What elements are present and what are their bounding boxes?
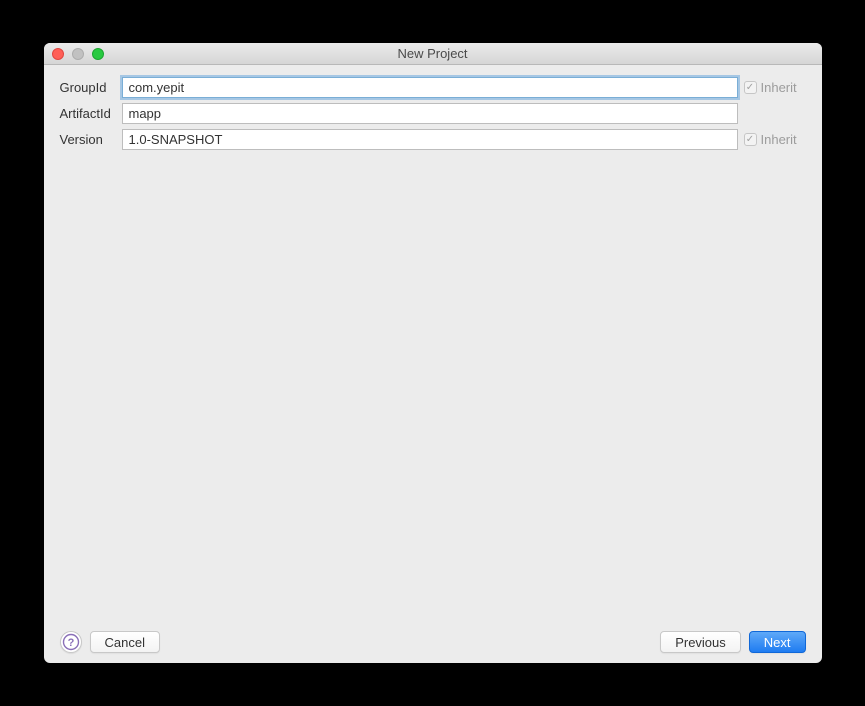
svg-text:?: ? [67,637,74,649]
artifactid-label: ArtifactId [60,106,116,121]
help-button[interactable]: ? [60,631,82,653]
groupid-inherit-checkbox[interactable]: ✓ [744,81,757,94]
groupid-input[interactable] [122,77,738,98]
version-label: Version [60,132,116,147]
traffic-lights [44,48,104,60]
cancel-button[interactable]: Cancel [90,631,160,653]
titlebar: New Project [44,43,822,65]
window-close-button[interactable] [52,48,64,60]
groupid-row: GroupId ✓ Inherit [60,77,806,98]
help-icon: ? [62,633,80,651]
next-button[interactable]: Next [749,631,806,653]
version-input[interactable] [122,129,738,150]
version-inherit-cell: ✓ Inherit [744,132,806,147]
dialog-footer: ? Cancel Previous Next [60,621,806,653]
dialog-window: New Project GroupId ✓ Inherit ArtifactId [44,43,822,663]
checkmark-icon: ✓ [746,83,754,93]
content-spacer [60,150,806,621]
checkmark-icon: ✓ [746,135,754,145]
version-inherit-checkbox[interactable]: ✓ [744,133,757,146]
window-zoom-button[interactable] [92,48,104,60]
window-minimize-button[interactable] [72,48,84,60]
groupid-inherit-label: Inherit [761,80,797,95]
groupid-inherit-cell: ✓ Inherit [744,80,806,95]
form-rows: GroupId ✓ Inherit ArtifactId Version [60,77,806,150]
window-title: New Project [44,46,822,61]
artifactid-row: ArtifactId [60,103,806,124]
version-inherit-label: Inherit [761,132,797,147]
artifactid-input[interactable] [122,103,738,124]
dialog-content: GroupId ✓ Inherit ArtifactId Version [44,65,822,663]
version-row: Version ✓ Inherit [60,129,806,150]
groupid-label: GroupId [60,80,116,95]
previous-button[interactable]: Previous [660,631,741,653]
